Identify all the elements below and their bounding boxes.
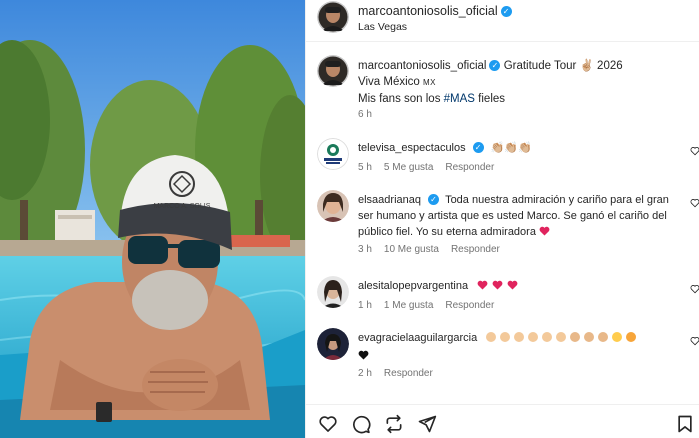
raised-hands-emoji bbox=[584, 332, 595, 342]
comment-meta: 5 h 5 Me gusta Responder bbox=[358, 162, 506, 173]
comment-body: alesitalopepvargentina bbox=[358, 278, 688, 294]
caption-time[interactable]: 6 h bbox=[358, 109, 372, 120]
clapping-hands-emoji bbox=[486, 332, 497, 342]
comment-like-heart-icon[interactable] bbox=[690, 146, 699, 156]
heart-icon[interactable] bbox=[318, 414, 338, 434]
comment-avatar-image bbox=[317, 276, 349, 308]
verified-badge-icon: ✓ bbox=[428, 194, 439, 205]
post-header: marcoantoniosolis_oficial ✓ Las Vegas bbox=[306, 0, 699, 42]
clapping-hands-emoji bbox=[556, 332, 567, 342]
reply-button[interactable]: Responder bbox=[384, 368, 433, 379]
reply-button[interactable]: Responder bbox=[445, 162, 494, 173]
verified-badge-icon: ✓ bbox=[489, 60, 501, 71]
post-photo[interactable]: MARCO A. SOLIS bbox=[0, 0, 305, 438]
comment-time[interactable]: 3 h bbox=[358, 244, 372, 255]
comment-icon[interactable] bbox=[351, 414, 371, 434]
verified-badge-icon: ✓ bbox=[472, 142, 484, 153]
hearts-face-emoji bbox=[626, 332, 637, 342]
comment-meta: 1 h 1 Me gusta Responder bbox=[358, 300, 506, 311]
reply-button[interactable]: Responder bbox=[451, 244, 500, 255]
clapping-hands-emoji bbox=[542, 332, 553, 342]
caption-line-2: Viva México bbox=[358, 76, 420, 88]
caption-username[interactable]: marcoantoniosolis_oficial bbox=[358, 60, 486, 72]
clapping-hands-emoji bbox=[528, 332, 539, 342]
comment-body: elsaadrianaq ✓ Toda nuestra admiración y … bbox=[358, 192, 688, 240]
comment-avatar-image bbox=[317, 328, 349, 360]
share-icon[interactable] bbox=[417, 414, 437, 434]
comment-likes[interactable]: 1 Me gusta bbox=[384, 300, 433, 311]
clapping-hands-emoji bbox=[500, 332, 511, 342]
televisa-logo-icon bbox=[317, 138, 349, 170]
author-avatar[interactable] bbox=[317, 1, 349, 33]
comment-text-line-3: público fiel. Yo su eterna admiradora bbox=[358, 226, 536, 238]
post-panel: marcoantoniosolis_oficial ✓ Las Vegas mar… bbox=[305, 0, 699, 438]
reply-button[interactable]: Responder bbox=[445, 300, 494, 311]
cap-logo-text: MARCO A. SOLIS bbox=[154, 203, 211, 210]
comment-username[interactable]: evagracielaaguilargarcia bbox=[358, 332, 477, 344]
clapping-hands-emoji bbox=[514, 332, 525, 342]
comment-avatar[interactable] bbox=[317, 328, 349, 360]
author-username[interactable]: marcoantoniosolis_oficial bbox=[358, 4, 498, 18]
smiling-face-emoji bbox=[612, 332, 623, 342]
caption-avatar[interactable] bbox=[317, 55, 349, 87]
comment-username[interactable]: alesitalopepvargentina bbox=[358, 280, 468, 292]
caption-text: marcoantoniosolis_oficial ✓ Gratitude Tou… bbox=[358, 58, 623, 107]
red-hearts-emoji bbox=[477, 280, 522, 292]
caption-line-3-pre: Mis fans son los bbox=[358, 93, 444, 105]
comment-username[interactable]: televisa_espectaculos bbox=[358, 142, 466, 154]
comment-text-line-1: Toda nuestra admiración y cariño para el… bbox=[445, 194, 669, 206]
author-avatar-image bbox=[317, 1, 349, 33]
red-heart-emoji bbox=[507, 280, 518, 290]
comment-time[interactable]: 1 h bbox=[358, 300, 372, 311]
caption-avatar-image bbox=[317, 55, 349, 87]
photo-image: MARCO A. SOLIS bbox=[0, 0, 305, 438]
comment-avatar[interactable] bbox=[317, 190, 349, 222]
repost-icon[interactable] bbox=[384, 414, 404, 434]
caption-line-1: Gratitude Tour ✌🏼 2026 bbox=[503, 60, 623, 72]
red-heart-emoji bbox=[539, 226, 550, 236]
comment-meta: 2 h Responder bbox=[358, 368, 445, 379]
comment-text-line-2: ser humano y artista que es usted Marco.… bbox=[358, 210, 667, 222]
comment-avatar-image bbox=[317, 190, 349, 222]
clapping-emoji-group bbox=[486, 332, 640, 344]
red-heart-emoji bbox=[492, 280, 503, 290]
bookmark-icon[interactable] bbox=[675, 414, 695, 434]
raised-hands-emoji bbox=[598, 332, 609, 342]
author-username-row[interactable]: marcoantoniosolis_oficial ✓ bbox=[358, 4, 512, 18]
comment-like-heart-icon[interactable] bbox=[690, 336, 699, 346]
hashtag-link[interactable]: #MAS bbox=[444, 93, 475, 105]
comment-body: televisa_espectaculos ✓ 👏🏼👏🏼👏🏼 bbox=[358, 140, 688, 156]
mexico-flag-icon: MX bbox=[423, 78, 436, 87]
comment-like-heart-icon[interactable] bbox=[690, 284, 699, 294]
comment-avatar[interactable] bbox=[317, 138, 349, 170]
comment-like-heart-icon[interactable] bbox=[690, 198, 699, 208]
clapping-hands-emoji: 👏🏼👏🏼👏🏼 bbox=[490, 142, 532, 154]
raised-hands-emoji bbox=[570, 332, 581, 342]
verified-badge-icon: ✓ bbox=[500, 6, 512, 17]
red-heart-emoji bbox=[477, 280, 488, 290]
comment-username[interactable]: elsaadrianaq bbox=[358, 194, 421, 206]
comment-time[interactable]: 5 h bbox=[358, 162, 372, 173]
comment-body: evagracielaaguilargarcia bbox=[358, 330, 688, 364]
post-action-bar bbox=[306, 404, 699, 438]
comment-likes[interactable]: 5 Me gusta bbox=[384, 162, 433, 173]
comment-avatar[interactable] bbox=[317, 276, 349, 308]
caption-line-3-post: fieles bbox=[474, 93, 506, 105]
post-location[interactable]: Las Vegas bbox=[358, 21, 407, 33]
comment-likes[interactable]: 10 Me gusta bbox=[384, 244, 439, 255]
black-heart-emoji bbox=[358, 350, 369, 360]
comment-time[interactable]: 2 h bbox=[358, 368, 372, 379]
comment-meta: 3 h 10 Me gusta Responder bbox=[358, 244, 512, 255]
